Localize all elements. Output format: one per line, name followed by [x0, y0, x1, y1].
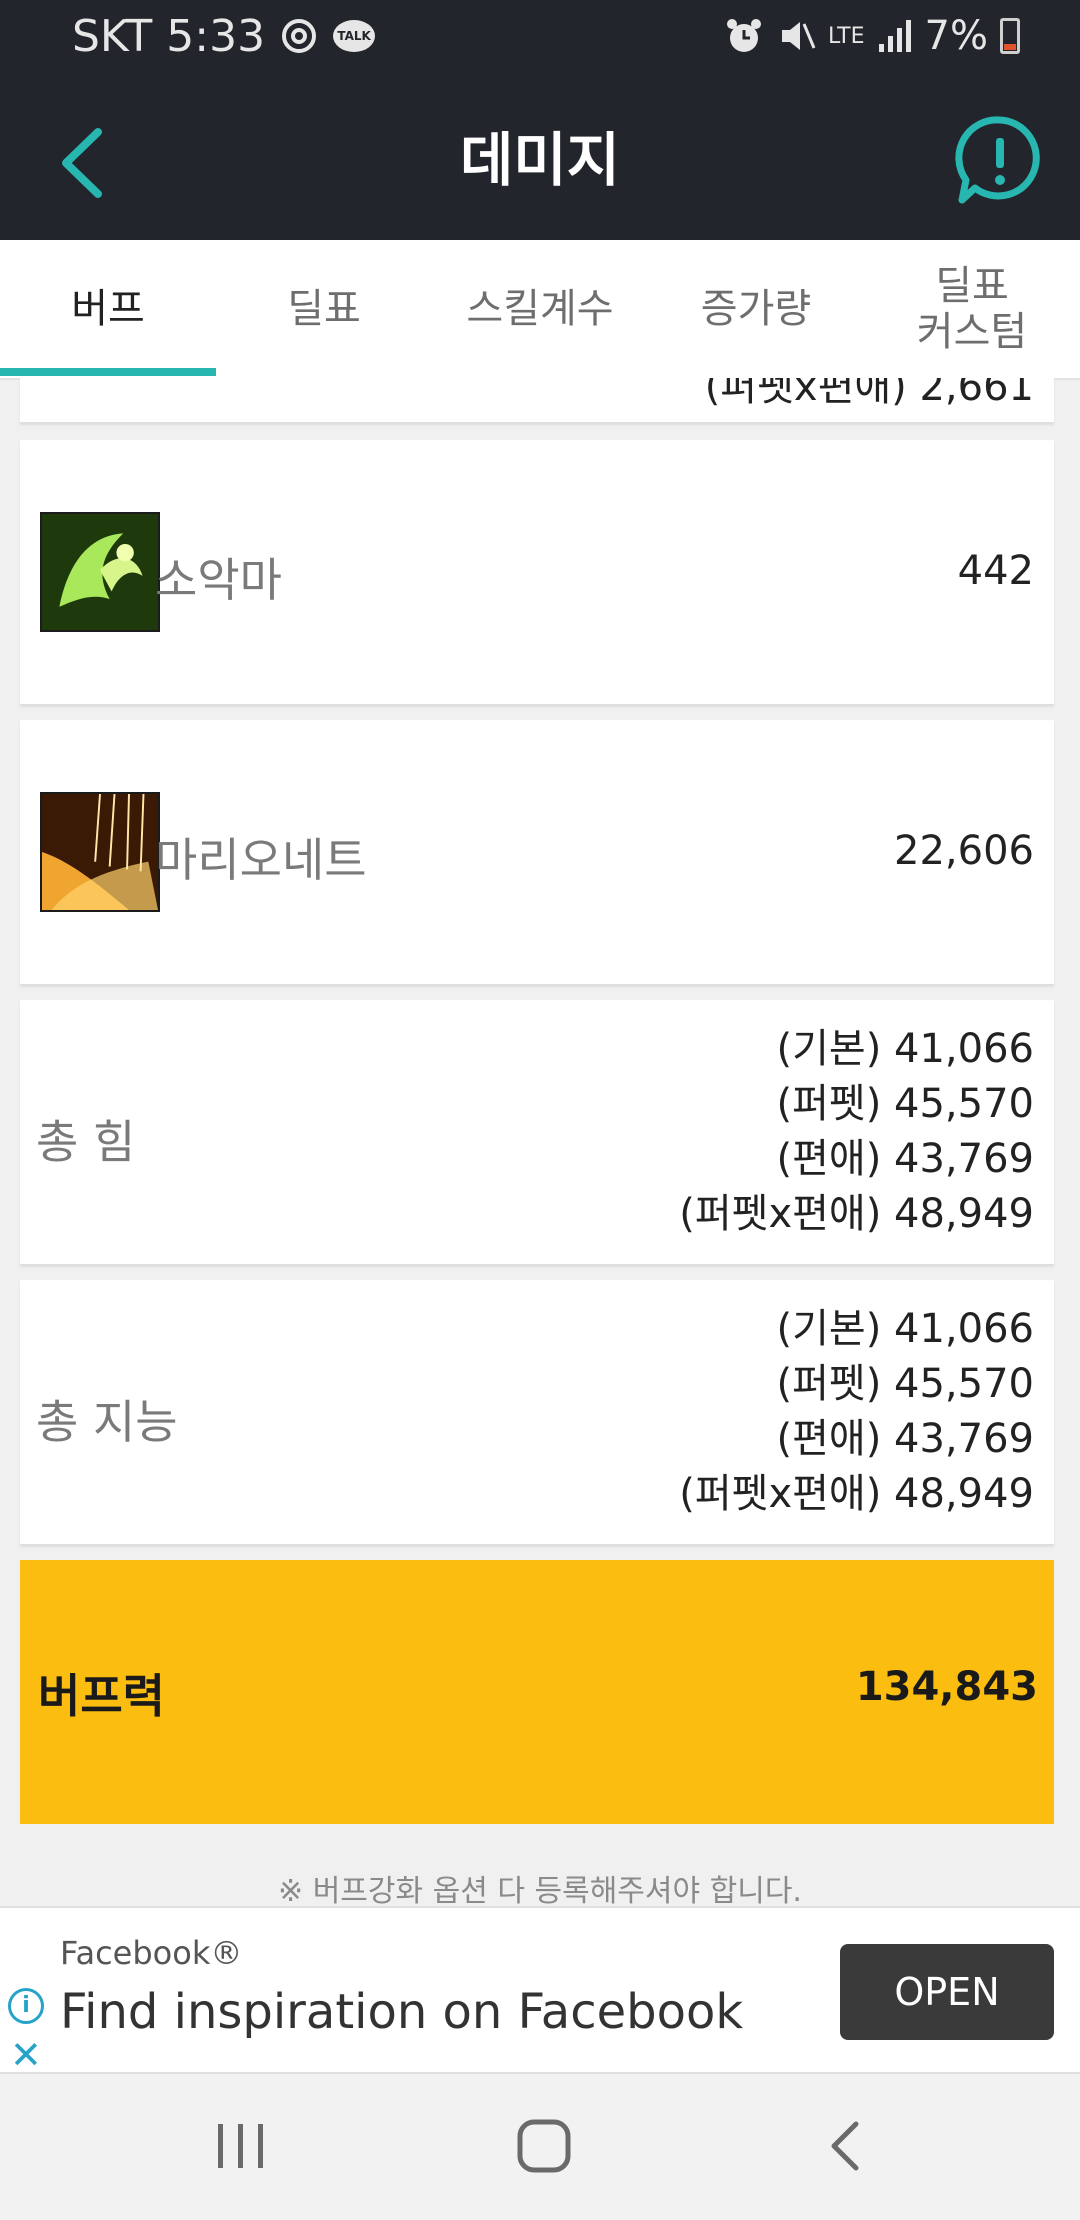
stat-value-line: (퍼펫) 45,570	[776, 1361, 1035, 1407]
back-nav-icon[interactable]	[820, 2118, 874, 2174]
stat-value-line: (퍼펫x편애) 48,949	[679, 1471, 1034, 1517]
page-title: 데미지	[459, 126, 621, 194]
skill-value: 22,606	[894, 828, 1034, 874]
marionette-skill-icon	[40, 792, 160, 912]
ad-brand: Facebook®	[60, 1934, 243, 1972]
battery-icon	[1000, 18, 1020, 54]
battery-percent: 7%	[924, 13, 988, 59]
carrier-label: SKT	[72, 10, 153, 62]
stat-label: 총 지능	[36, 1395, 178, 1449]
list-item: 마리오네트 22,606	[20, 720, 1054, 984]
home-icon[interactable]	[514, 2116, 574, 2176]
network-type: LTE	[827, 23, 865, 49]
ad-info-icon[interactable]: i	[8, 1988, 44, 2024]
ad-banner[interactable]: i ✕ Facebook® Find inspiration on Facebo…	[0, 1906, 1080, 2074]
tab-buff[interactable]: 버프	[0, 240, 216, 378]
tab-bar: 버프 딜표 스킬계수 증가량 딜표 커스텀	[0, 240, 1080, 380]
alarm-icon	[726, 19, 761, 52]
signal-icon	[878, 20, 911, 52]
ad-close-icon[interactable]: ✕	[10, 2036, 42, 2074]
stat-value-line: (편애) 43,769	[776, 1136, 1035, 1182]
app-header: SKT 5:33 TALK LTE 7% 데미지	[0, 0, 1080, 240]
mute-icon	[781, 22, 816, 50]
stat-value-line: (퍼펫) 45,570	[776, 1081, 1035, 1127]
skill-name: 마리오네트	[155, 833, 367, 887]
stat-value-line: (기본) 41,066	[776, 1306, 1035, 1352]
tab-damage-table[interactable]: 딜표	[216, 240, 432, 378]
stat-value-line: (기본) 41,066	[776, 1026, 1035, 1072]
sync-icon	[282, 19, 317, 53]
stat-values: (기본) 41,066 (퍼펫) 45,570 (편애) 43,769 (퍼펫x…	[679, 1022, 1034, 1242]
tab-increase[interactable]: 증가량	[648, 240, 864, 378]
clock: 5:33	[166, 10, 266, 62]
status-bar-left: SKT 5:33 TALK	[72, 8, 376, 64]
feedback-alert-icon[interactable]	[950, 110, 1050, 210]
stat-value-line: (퍼펫x편애) 48,949	[679, 1191, 1034, 1237]
stat-label: 총 힘	[36, 1115, 136, 1169]
ad-headline[interactable]: Find inspiration on Facebook	[60, 1984, 743, 2040]
partial-row-value: (퍼펫x편애) 2,661	[704, 378, 1034, 410]
buff-power-card: 버프력 134,843	[20, 1560, 1054, 1824]
stat-values: (기본) 41,066 (퍼펫) 45,570 (편애) 43,769 (퍼펫x…	[679, 1302, 1034, 1522]
tab-skill-coefficient[interactable]: 스킬계수	[432, 240, 648, 378]
imp-skill-icon	[40, 512, 160, 632]
notice-text: ※ 버프강화 옵션 다 등록해주셔야 합니다.	[278, 1874, 802, 1909]
buff-power-value: 134,843	[855, 1664, 1038, 1710]
list-item: 총 힘 (기본) 41,066 (퍼펫) 45,570 (편애) 43,769 …	[20, 1000, 1054, 1264]
ad-open-button[interactable]: OPEN	[840, 1944, 1054, 2040]
system-nav-bar	[0, 2074, 1080, 2220]
recent-apps-icon[interactable]	[214, 2118, 268, 2174]
active-tab-indicator	[0, 368, 216, 376]
stat-value-line: (편애) 43,769	[776, 1416, 1035, 1462]
status-bar-right: LTE 7%	[724, 8, 1020, 64]
list-item: 소악마 442	[20, 440, 1054, 704]
tab-custom-damage-table[interactable]: 딜표 커스텀	[864, 240, 1080, 378]
skill-value: 442	[957, 548, 1034, 594]
skill-name: 소악마	[155, 553, 282, 607]
kakaotalk-icon: TALK	[333, 20, 376, 52]
buff-power-label: 버프력	[38, 1669, 165, 1723]
partial-list-item: (퍼펫x편애) 2,661	[20, 378, 1054, 422]
list-item: 총 지능 (기본) 41,066 (퍼펫) 45,570 (편애) 43,769…	[20, 1280, 1054, 1544]
